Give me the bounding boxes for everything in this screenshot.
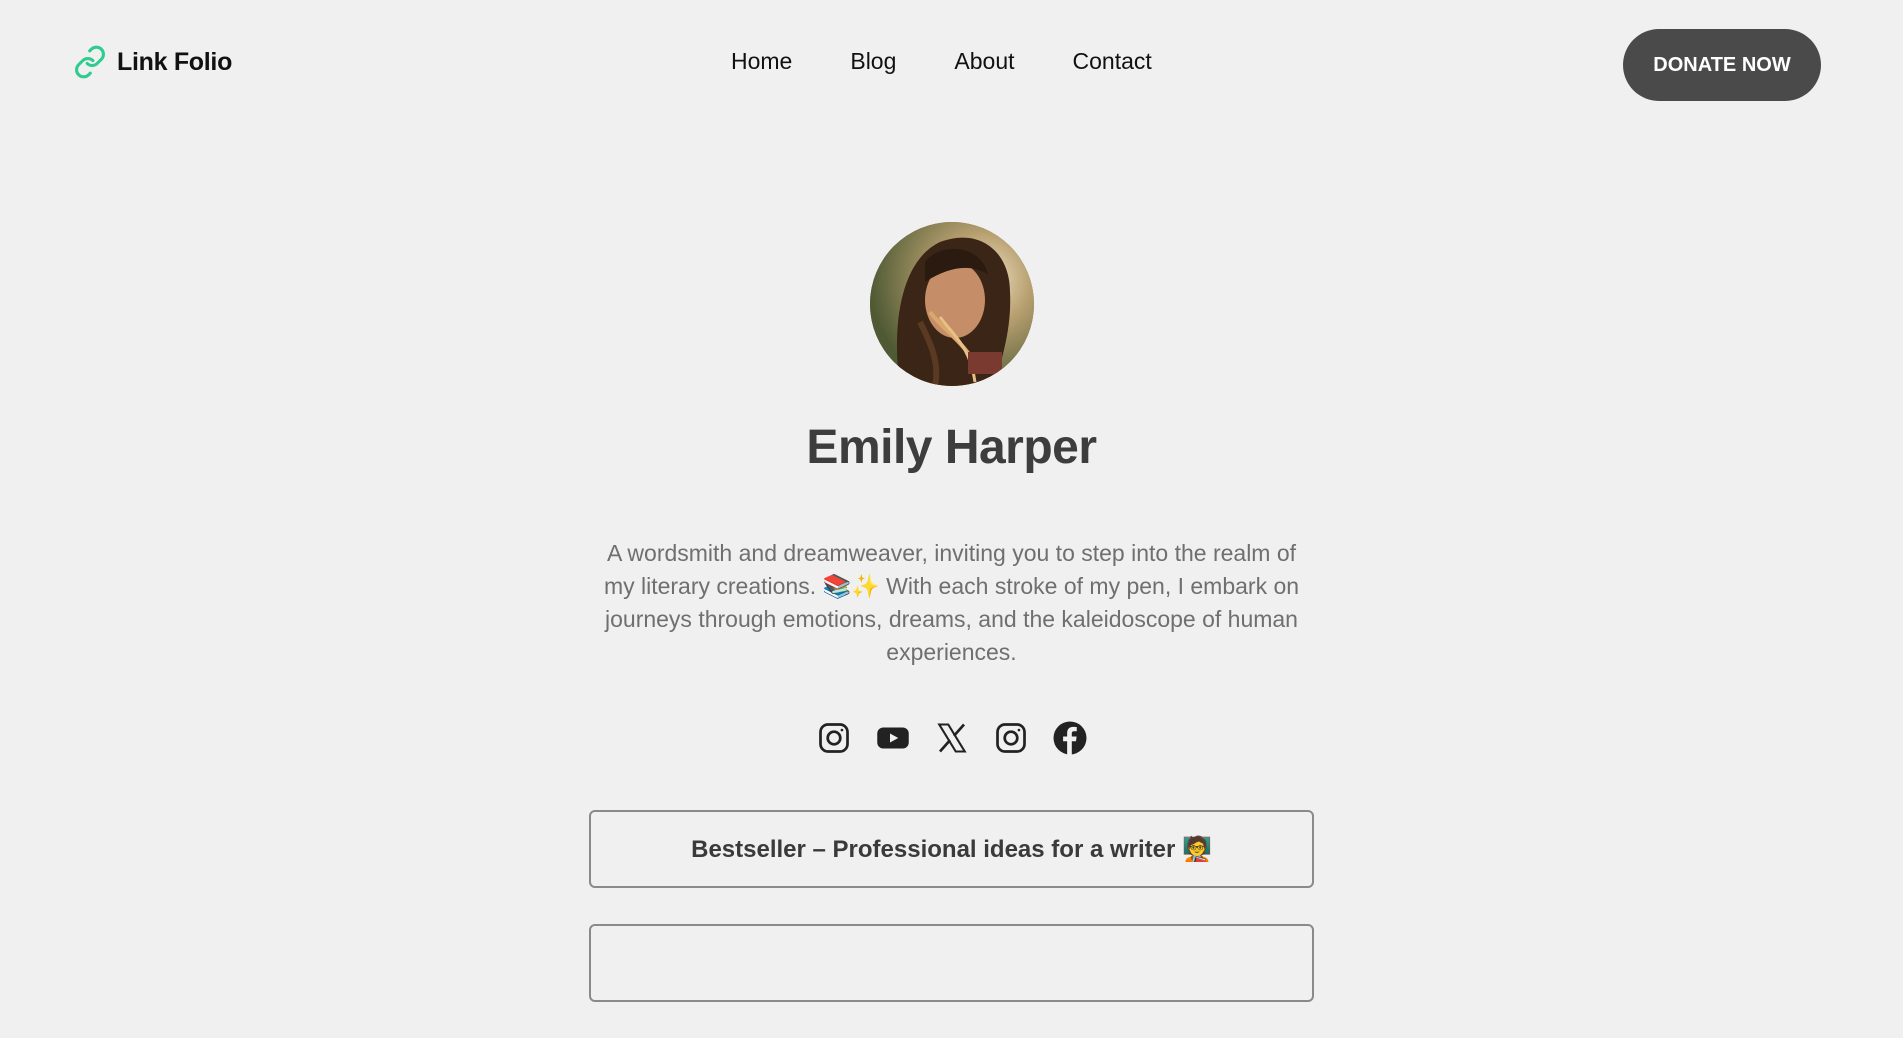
facebook-link[interactable] — [1052, 720, 1088, 756]
profile-name: Emily Harper — [806, 421, 1097, 474]
instagram-icon — [818, 723, 849, 754]
youtube-link[interactable] — [875, 720, 911, 756]
nav-blog[interactable]: Blog — [850, 48, 896, 75]
main-nav: Home Blog About Contact — [731, 48, 1152, 75]
x-icon — [936, 723, 967, 753]
donate-button[interactable]: DONATE NOW — [1623, 29, 1821, 101]
youtube-icon — [876, 727, 909, 749]
nav-home[interactable]: Home — [731, 48, 792, 75]
social-links — [816, 720, 1088, 756]
link-card[interactable]: Bestseller – Professional ideas for a wr… — [589, 810, 1314, 888]
profile-bio: A wordsmith and dreamweaver, inviting yo… — [603, 540, 1300, 666]
x-link[interactable] — [934, 720, 970, 756]
avatar — [869, 222, 1034, 386]
logo-link[interactable]: Link Folio — [73, 45, 232, 79]
site-header: Link Folio Home Blog About Contact DONAT… — [0, 0, 1903, 130]
avatar-photo — [869, 222, 1034, 386]
link-icon — [75, 45, 105, 79]
nav-contact[interactable]: Contact — [1073, 48, 1152, 75]
link-card[interactable] — [589, 924, 1314, 1002]
facebook-icon — [1053, 721, 1086, 755]
link-list: Bestseller – Professional ideas for a wr… — [589, 810, 1314, 1038]
logo-text: Link Folio — [117, 47, 233, 76]
nav-about[interactable]: About — [954, 48, 1014, 75]
instagram-link[interactable] — [816, 720, 852, 756]
instagram-icon — [995, 723, 1026, 754]
instagram-link-2[interactable] — [993, 720, 1029, 756]
profile-section: Emily Harper A wordsmith and dreamweaver… — [0, 222, 1903, 756]
